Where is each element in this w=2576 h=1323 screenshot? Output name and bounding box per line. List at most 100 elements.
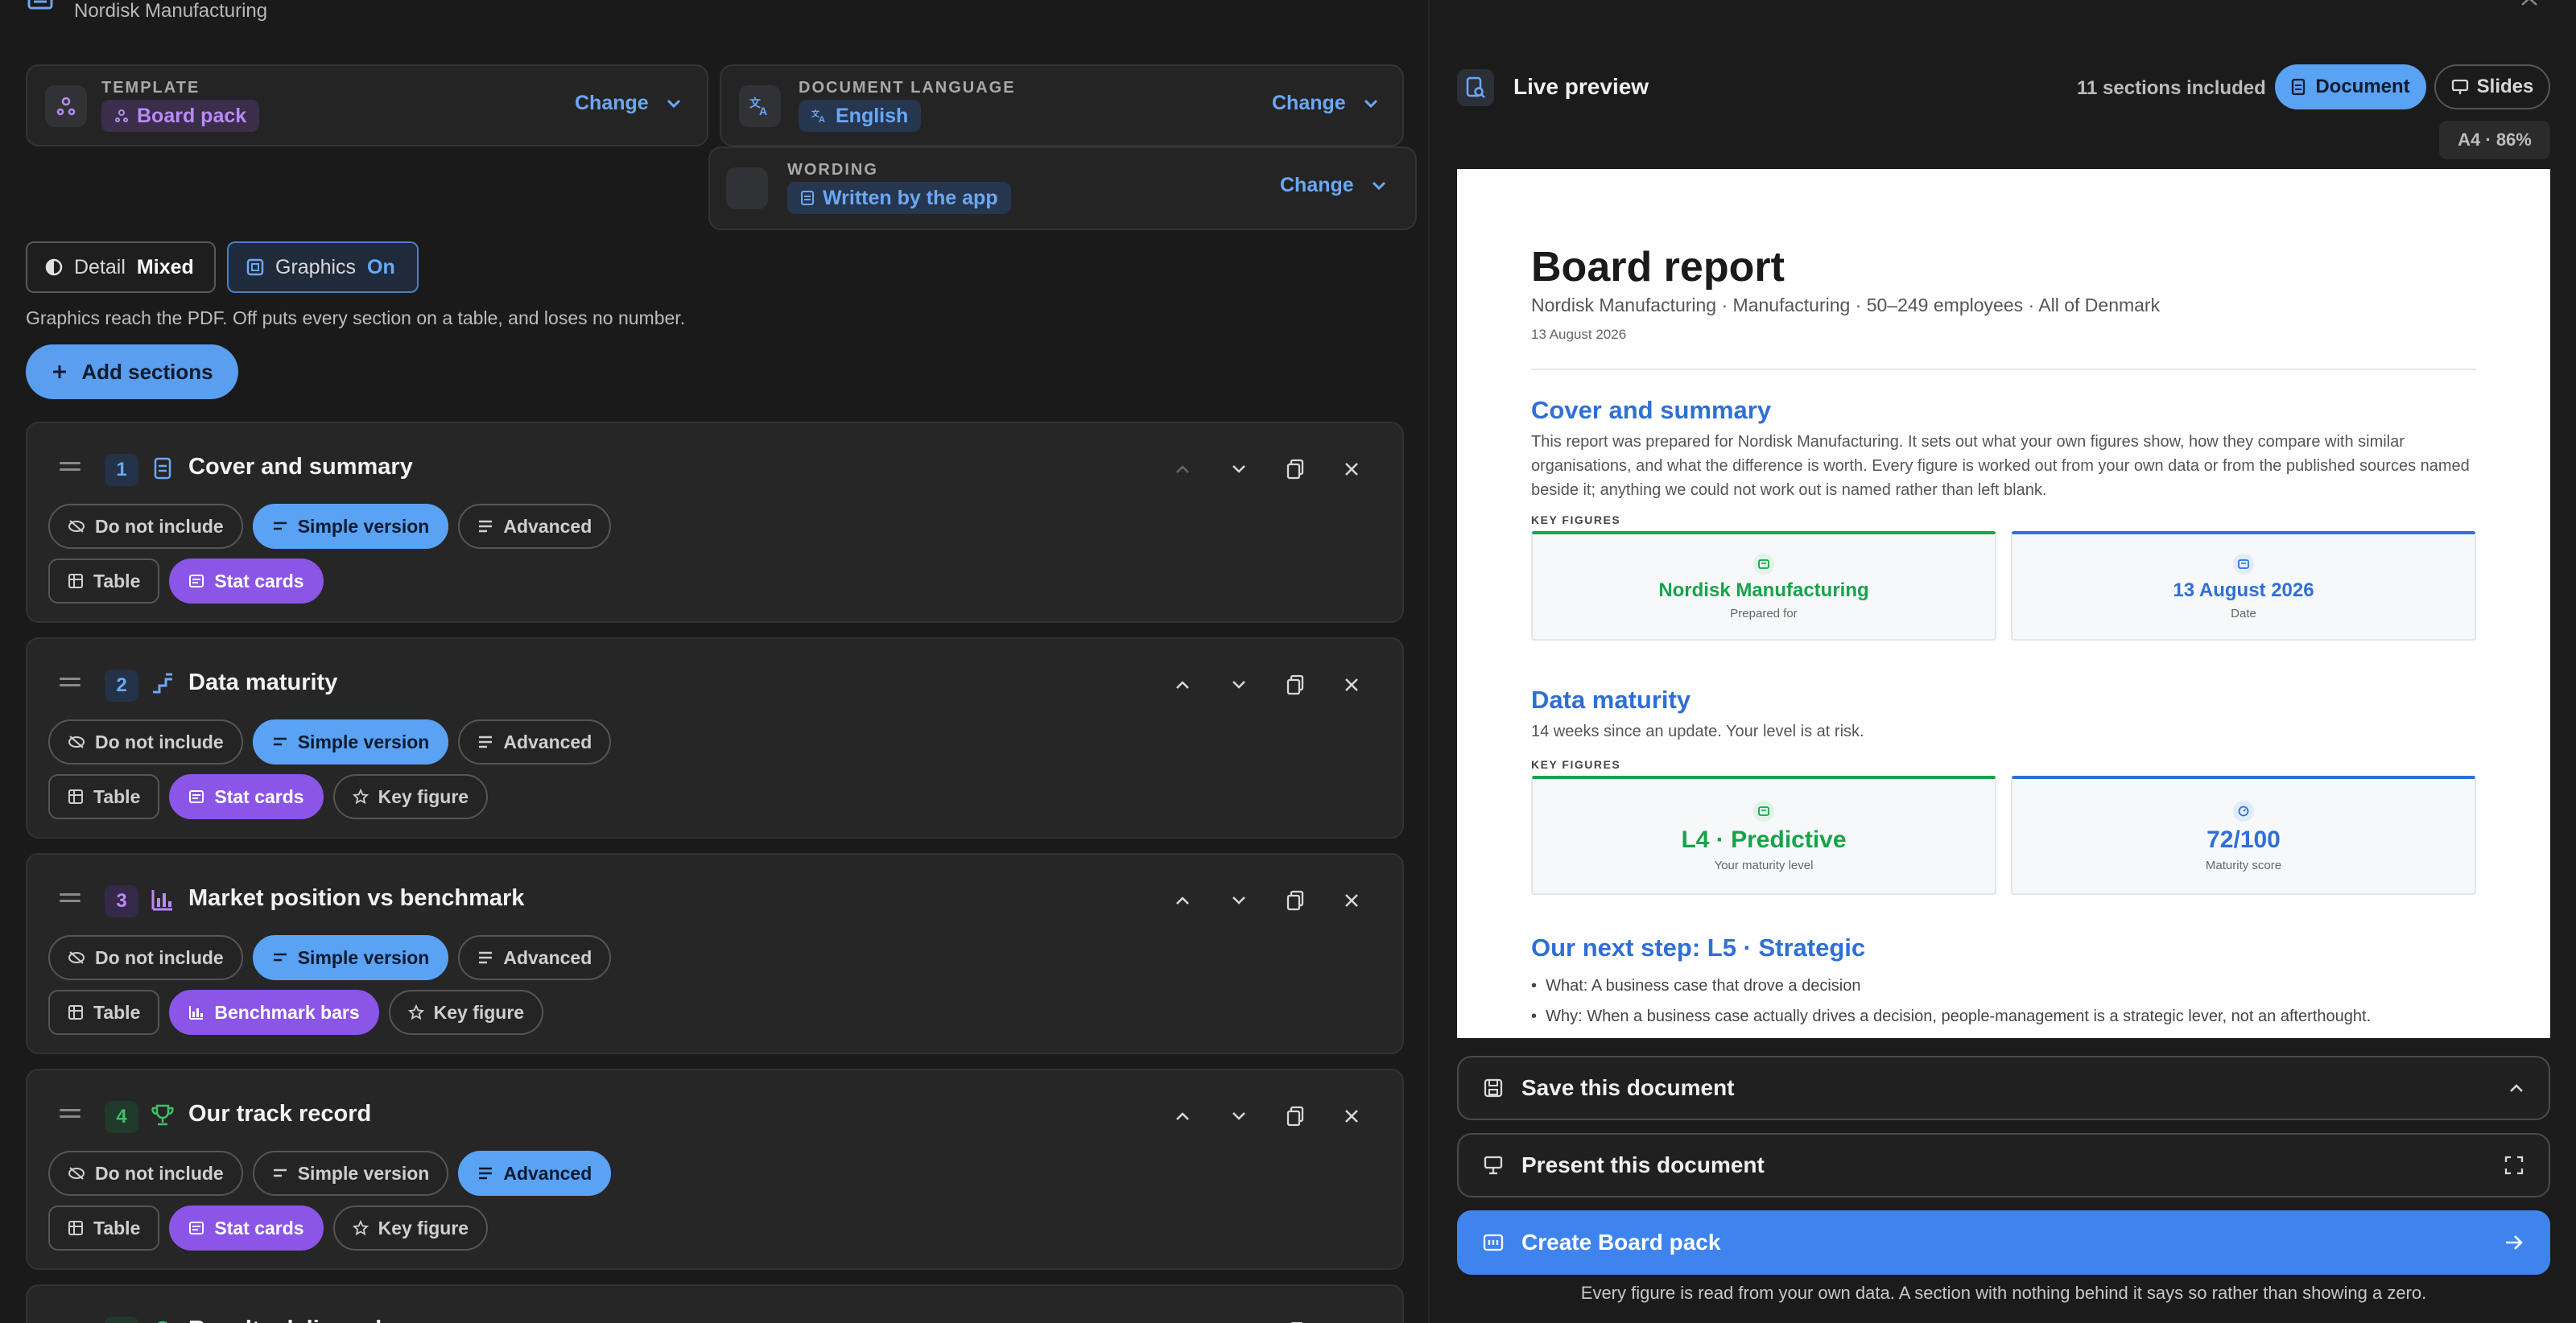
format-stat-cards[interactable]: Stat cards [169,1206,324,1251]
move-up-icon[interactable] [1170,673,1195,697]
remove-icon[interactable] [1340,888,1364,913]
duplicate-icon[interactable] [1283,888,1307,913]
document-preview-page[interactable]: Board report Nordisk Manufacturing · Man… [1457,169,2550,1038]
option-label: Do not include [95,946,224,968]
paragraph-icon [479,1167,493,1180]
option-do-not-include[interactable]: Do not include [48,504,243,549]
lines-icon [273,737,287,746]
template-change-label: Change [575,92,649,114]
bar-chart-icon [189,1006,204,1020]
format-label: Table [93,570,141,591]
language-change-button[interactable]: Change [1272,92,1378,115]
document-view-button[interactable]: Document [2275,64,2426,109]
slides-icon [2451,79,2468,94]
key-figure-value: 72/100 [2207,826,2281,853]
section-card-results-delivered: 5 Results delivered [26,1284,1404,1323]
bar-chart-icon [151,890,172,911]
option-simple-version[interactable]: Simple version [252,935,449,980]
eye-off-icon [68,736,85,748]
save-document-button[interactable]: Save this document [1457,1056,2550,1120]
format-label: Stat cards [214,1217,304,1239]
fullscreen-icon [2504,1156,2524,1175]
move-down-icon[interactable] [1227,673,1251,697]
stat-cards-icon [189,790,204,803]
close-icon[interactable] [2520,0,2541,12]
option-advanced[interactable]: Advanced [458,935,612,980]
drag-handle-icon[interactable] [60,462,80,473]
format-stat-cards[interactable]: Stat cards [169,558,324,604]
slides-view-label: Slides [2476,76,2534,97]
option-advanced[interactable]: Advanced [458,504,612,549]
option-do-not-include[interactable]: Do not include [48,1151,243,1196]
format-table[interactable]: Table [48,774,160,819]
add-sections-label: Add sections [81,359,213,384]
duplicate-icon[interactable] [1283,1104,1307,1128]
option-advanced[interactable]: Advanced [458,1151,612,1196]
remove-icon[interactable] [1340,673,1364,697]
move-down-icon[interactable] [1227,888,1251,913]
star-icon [352,789,369,805]
gauge-icon [2233,800,2254,822]
format-key-figure[interactable]: Key figure [332,774,489,819]
move-down-icon[interactable] [1227,1104,1251,1128]
sections-count: 11 sections included [2077,77,2266,99]
option-label: Simple version [297,1162,430,1184]
format-label: Key figure [433,1001,525,1023]
duplicate-icon[interactable] [1283,457,1307,481]
format-table[interactable]: Table [48,1206,160,1251]
drag-handle-icon[interactable] [60,678,80,689]
graphics-label: Graphics [275,255,357,278]
move-up-icon[interactable] [1170,1104,1195,1128]
move-down-icon[interactable] [1227,457,1251,481]
wording-change-button[interactable]: Change [1280,174,1386,197]
add-sections-button[interactable]: Add sections [26,344,238,399]
move-up-icon[interactable] [1170,888,1195,913]
move-up-icon[interactable] [1170,457,1195,481]
format-key-figure[interactable]: Key figure [388,990,544,1035]
format-benchmark-bars[interactable]: Benchmark bars [169,990,379,1035]
graphics-toggle[interactable]: Graphics On [227,241,419,293]
format-table[interactable]: Table [48,558,160,604]
format-table[interactable]: Table [48,990,160,1035]
section-number: 3 [105,885,138,917]
remove-icon[interactable] [1340,1320,1364,1323]
key-figure-value: 13 August 2026 [2173,579,2314,601]
doc-title: Board report [1531,244,1785,291]
paragraph-icon [479,520,493,533]
template-label: TEMPLATE [101,79,200,97]
badge-icon [157,1321,168,1323]
move-up-icon[interactable] [1170,1320,1195,1323]
remove-icon[interactable] [1340,457,1364,481]
option-simple-version[interactable]: Simple version [252,504,449,549]
detail-toggle[interactable]: Detail Mixed [26,241,216,293]
option-advanced[interactable]: Advanced [458,719,612,765]
doc-bullet: • Why: When a business case actually dri… [1531,1008,2372,1025]
doc-cover-heading: Cover and summary [1531,396,1772,424]
option-simple-version[interactable]: Simple version [252,719,449,765]
drag-handle-icon[interactable] [60,1109,80,1120]
wording-card: WORDING Written by the app Change [708,146,1417,230]
duplicate-icon[interactable] [1283,673,1307,697]
stat-card-icon [1753,800,1774,822]
lines-icon [273,521,287,530]
option-do-not-include[interactable]: Do not include [48,935,243,980]
format-label: Benchmark bars [214,1001,360,1023]
duplicate-icon[interactable] [1283,1320,1307,1323]
present-document-button[interactable]: Present this document [1457,1133,2550,1197]
format-stat-cards[interactable]: Stat cards [169,774,324,819]
format-key-figure[interactable]: Key figure [332,1206,489,1251]
option-simple-version[interactable]: Simple version [252,1151,449,1196]
move-down-icon[interactable] [1227,1320,1251,1323]
format-label: Stat cards [214,570,304,591]
section-number: 1 [105,454,138,486]
template-change-button[interactable]: Change [575,92,681,115]
save-icon [1484,1078,1503,1098]
slides-view-button[interactable]: Slides [2434,64,2550,109]
key-figure-card: Nordisk Manufacturing Prepared for [1531,531,1996,641]
option-do-not-include[interactable]: Do not include [48,719,243,765]
option-label: Advanced [503,515,592,537]
drag-handle-icon[interactable] [60,893,80,905]
create-board-pack-button[interactable]: Create Board pack [1457,1210,2550,1275]
remove-icon[interactable] [1340,1104,1364,1128]
lines-icon [273,1168,287,1177]
